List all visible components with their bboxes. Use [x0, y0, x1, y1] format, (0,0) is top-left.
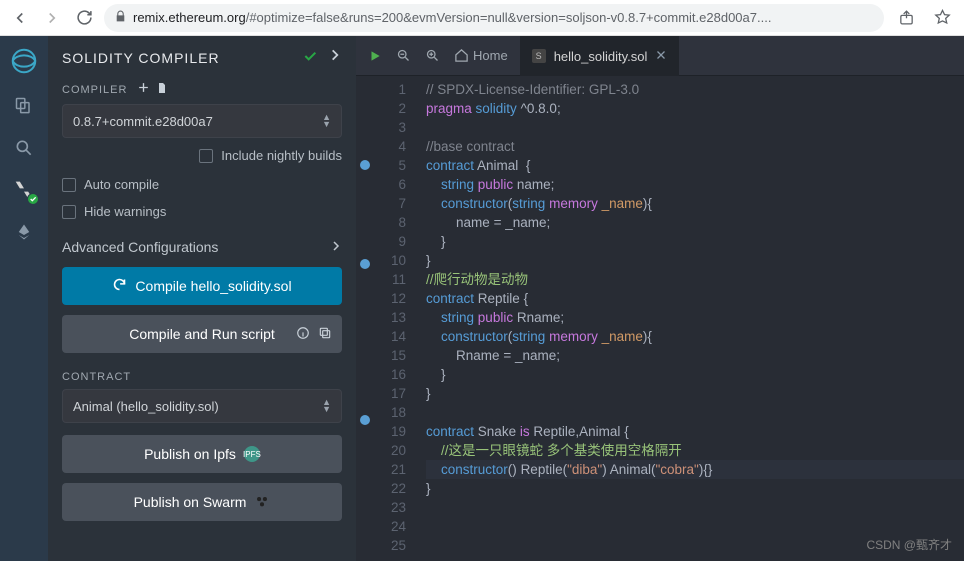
- watermark: CSDN @甄齐才: [866, 536, 952, 555]
- info-icon[interactable]: [296, 326, 310, 343]
- solidity-compiler-icon[interactable]: [12, 178, 36, 202]
- url-bar[interactable]: remix.ethereum.org/#optimize=false&runs=…: [104, 4, 884, 32]
- search-panel-icon[interactable]: [12, 136, 36, 160]
- swarm-icon: [254, 494, 270, 510]
- ipfs-icon: IPFS: [244, 446, 260, 462]
- compiler-label: COMPILER: [62, 84, 127, 96]
- home-tab[interactable]: Home: [454, 48, 508, 63]
- deploy-panel-icon[interactable]: [12, 220, 36, 244]
- select-chevron-icon: ▲▼: [322, 114, 331, 128]
- bookmark-star-icon[interactable]: [928, 9, 956, 26]
- chevron-right-icon: [330, 239, 342, 255]
- url-text: remix.ethereum.org/#optimize=false&runs=…: [133, 10, 874, 25]
- hide-warnings-checkbox[interactable]: Hide warnings: [62, 204, 342, 219]
- compile-success-badge-icon: [27, 193, 39, 205]
- publish-swarm-button[interactable]: Publish on Swarm: [62, 483, 342, 521]
- compiler-select[interactable]: 0.8.7+commit.e28d00a7 ▲▼: [62, 104, 342, 138]
- compiler-selected-value: 0.8.7+commit.e28d00a7: [73, 114, 213, 129]
- publish-ipfs-button[interactable]: Publish on Ipfs IPFS: [62, 435, 342, 473]
- close-tab-icon[interactable]: [655, 49, 667, 64]
- contract-label: CONTRACT: [62, 371, 342, 383]
- publish-ipfs-label: Publish on Ipfs: [144, 446, 236, 462]
- app-root: SOLIDITY COMPILER COMPILER 0.8.7+commit.…: [0, 36, 964, 561]
- solidity-file-icon: S: [532, 49, 546, 63]
- sidebar-title: SOLIDITY COMPILER: [62, 50, 220, 66]
- code-editor[interactable]: 1234567891011121314151617181920212223242…: [356, 76, 964, 561]
- add-compiler-icon[interactable]: [137, 81, 150, 98]
- compile-run-button[interactable]: Compile and Run script: [62, 315, 342, 353]
- code-lines[interactable]: // SPDX-License-Identifier: GPL-3.0pragm…: [416, 76, 964, 561]
- editor-toolbar: Home S hello_solidity.sol: [356, 36, 964, 76]
- icon-bar: [0, 36, 48, 561]
- auto-compile-checkbox[interactable]: Auto compile: [62, 177, 342, 192]
- publish-swarm-label: Publish on Swarm: [134, 494, 247, 510]
- browser-bar: remix.ethereum.org/#optimize=false&runs=…: [0, 0, 964, 36]
- advanced-config-toggle[interactable]: Advanced Configurations: [62, 239, 342, 255]
- nav-forward-icon[interactable]: [40, 6, 64, 30]
- file-explorer-icon[interactable]: [12, 94, 36, 118]
- breakpoint-gutter[interactable]: [356, 76, 374, 561]
- nav-back-icon[interactable]: [8, 6, 32, 30]
- line-number-gutter: 1234567891011121314151617181920212223242…: [374, 76, 416, 561]
- compile-button-label: Compile hello_solidity.sol: [135, 278, 291, 294]
- file-icon[interactable]: [156, 81, 168, 98]
- remix-logo-icon[interactable]: [9, 46, 39, 76]
- include-nightly-checkbox[interactable]: Include nightly builds: [62, 148, 342, 163]
- compile-run-label: Compile and Run script: [129, 326, 275, 342]
- refresh-icon: [112, 277, 127, 295]
- contract-select[interactable]: Animal (hello_solidity.sol) ▲▼: [62, 389, 342, 423]
- file-tab[interactable]: S hello_solidity.sol: [520, 36, 680, 76]
- share-icon[interactable]: [892, 9, 920, 26]
- run-icon[interactable]: [368, 49, 382, 63]
- contract-selected-value: Animal (hello_solidity.sol): [73, 399, 219, 414]
- check-icon: [302, 48, 318, 67]
- compiler-label-row: COMPILER: [62, 81, 342, 98]
- zoom-in-icon[interactable]: [425, 48, 440, 63]
- compiler-sidebar: SOLIDITY COMPILER COMPILER 0.8.7+commit.…: [48, 36, 356, 561]
- zoom-out-icon[interactable]: [396, 48, 411, 63]
- nav-reload-icon[interactable]: [72, 6, 96, 30]
- copy-icon[interactable]: [318, 326, 332, 343]
- forward-run-icon[interactable]: [328, 48, 342, 67]
- home-label: Home: [473, 48, 508, 63]
- compile-button[interactable]: Compile hello_solidity.sol: [62, 267, 342, 305]
- file-tab-label: hello_solidity.sol: [554, 49, 648, 64]
- editor-area: Home S hello_solidity.sol 12345678910111…: [356, 36, 964, 561]
- lock-icon: [114, 10, 127, 26]
- select-chevron-icon: ▲▼: [322, 399, 331, 413]
